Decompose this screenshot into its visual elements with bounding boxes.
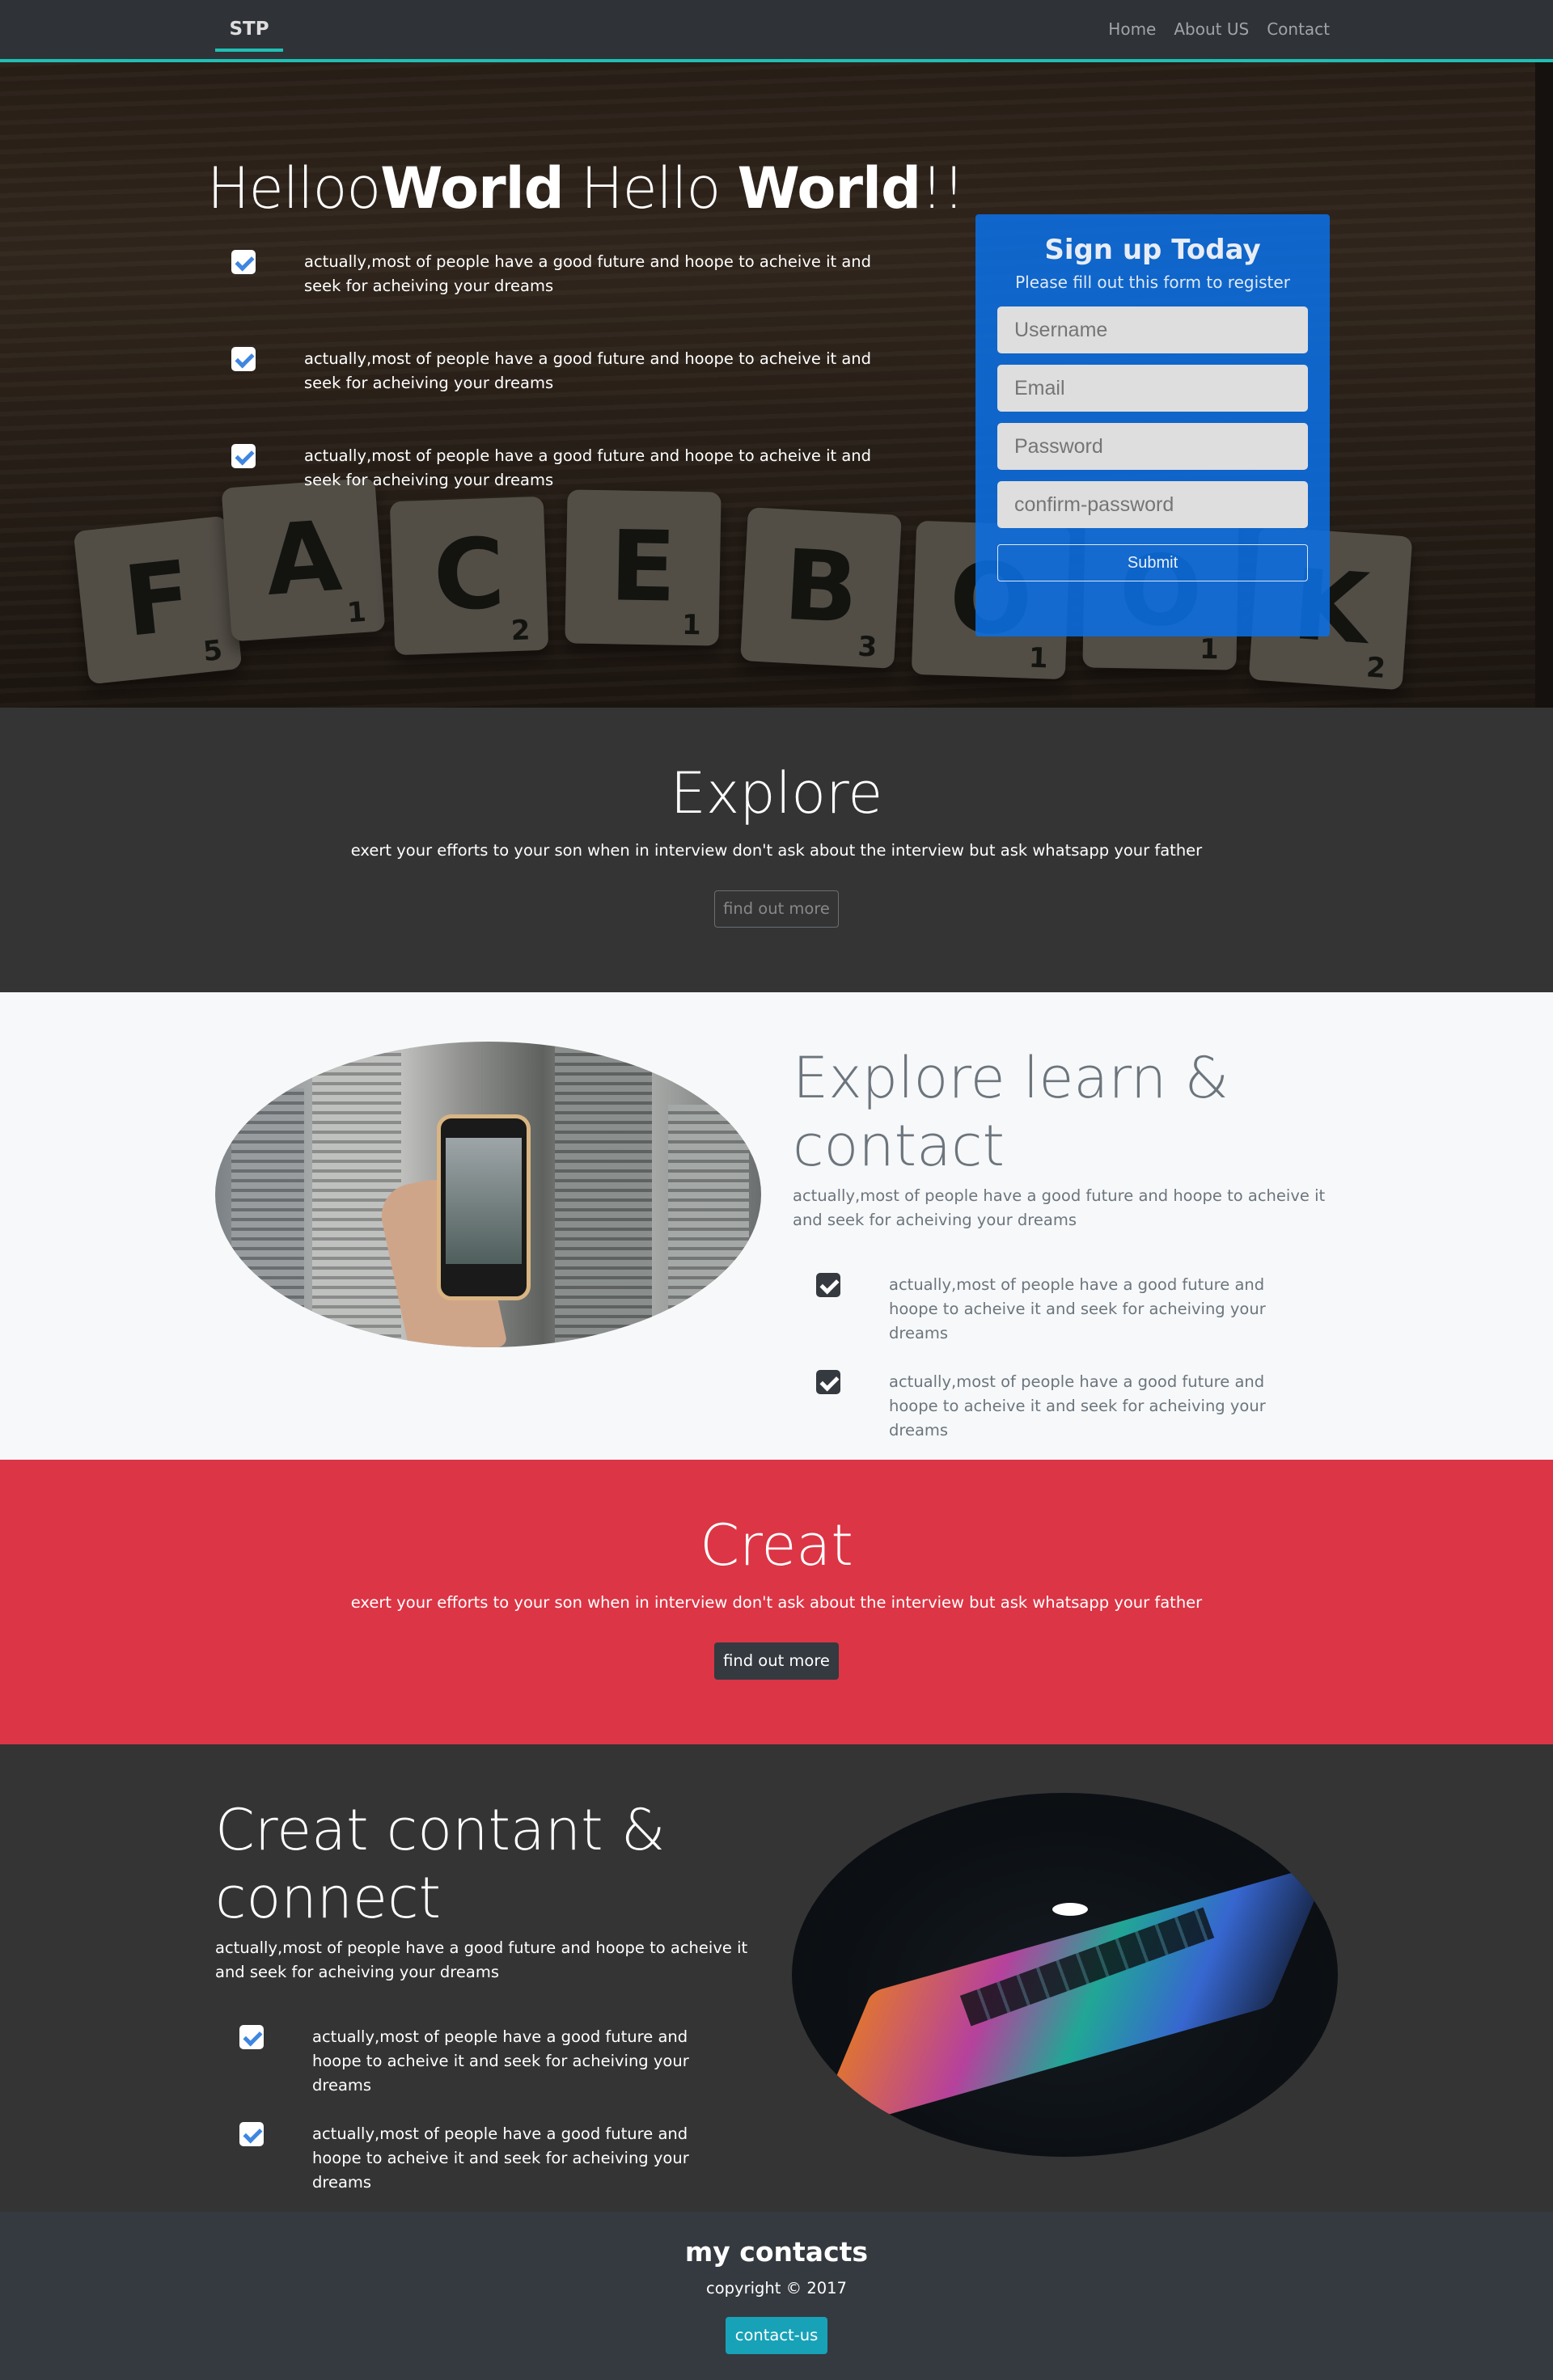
learn-check-text: actually,most of people have a good futu…: [889, 1372, 1266, 1439]
signup-title: Sign up Today: [1044, 234, 1261, 266]
explore-title: Explore: [670, 760, 883, 826]
phone-shape: [437, 1114, 531, 1300]
footer-copyright: copyright © 2017: [706, 2279, 847, 2298]
content-check-text: actually,most of people have a good futu…: [312, 2027, 689, 2095]
navbar: STP Home About US Contact: [0, 0, 1553, 62]
nav-link-contact[interactable]: Contact: [1267, 19, 1330, 39]
footer-title: my contacts: [684, 2236, 869, 2268]
learn-description: actually,most of people have a good futu…: [793, 1186, 1326, 1229]
content-check-item: actually,most of people have a good futu…: [239, 2025, 733, 2098]
phone-screen: [446, 1138, 522, 1264]
password-input[interactable]: [997, 423, 1308, 470]
content-section: Creat contant & connect actually,most of…: [0, 1744, 1553, 2212]
hero-title-part: Hello: [563, 155, 738, 222]
signup-subtitle: Please fill out this form to register: [1015, 273, 1290, 292]
contact-us-button[interactable]: contact-us: [726, 2317, 827, 2354]
hero-section: F5 A1 C2 E1 B3 O1 O1 K2 HellooWorld Hell…: [0, 62, 1553, 708]
check-icon: [231, 250, 256, 274]
hero-check-item: actually,most of people have a good futu…: [231, 347, 887, 395]
signup-form: Sign up Today Please fill out this form …: [975, 214, 1330, 636]
building-shape: [231, 1089, 304, 1347]
brand-logo[interactable]: STP: [215, 15, 283, 52]
learn-check-item: actually,most of people have a good futu…: [816, 1273, 1310, 1346]
laptop-logo-shape: [1052, 1903, 1088, 1916]
hero-title: HellooWorld Hello World!!: [207, 155, 965, 222]
explore-section: Explore exert your efforts to your son w…: [0, 708, 1553, 992]
learn-section: Explore learn & contact actually,most of…: [0, 992, 1553, 1460]
check-icon: [231, 444, 256, 468]
check-icon: [239, 2122, 264, 2146]
building-shape: [555, 1042, 652, 1347]
content-check-text: actually,most of people have a good futu…: [312, 2124, 689, 2192]
creat-text: exert your efforts to your son when in i…: [350, 1593, 1203, 1612]
hero-check-text: actually,most of people have a good futu…: [304, 252, 872, 295]
hero-title-part: !!: [920, 155, 965, 222]
email-input[interactable]: [997, 365, 1308, 412]
confirm-password-input[interactable]: [997, 481, 1308, 528]
hero-title-bold: World: [737, 155, 921, 222]
content-title: Creat contant & connect: [215, 1797, 666, 1931]
check-icon: [239, 2025, 264, 2049]
hero-title-bold: World: [380, 155, 564, 222]
nav-links: Home About US Contact: [1108, 19, 1330, 39]
hero-title-part: Helloo: [207, 155, 381, 222]
footer: my contacts copyright © 2017 contact-us: [0, 2212, 1553, 2380]
hero-check-item: actually,most of people have a good futu…: [231, 444, 887, 492]
creat-find-out-more-button[interactable]: find out more: [714, 1642, 839, 1680]
explore-text: exert your efforts to your son when in i…: [350, 841, 1203, 860]
hero-check-text: actually,most of people have a good futu…: [304, 446, 872, 489]
laptop-image: [792, 1793, 1338, 2157]
creat-section: Creat exert your efforts to your son whe…: [0, 1460, 1553, 1744]
nav-link-home[interactable]: Home: [1108, 19, 1156, 39]
creat-title: Creat: [700, 1512, 853, 1579]
explore-find-out-more-button[interactable]: find out more: [714, 890, 839, 928]
check-icon: [816, 1370, 840, 1394]
nav-link-about[interactable]: About US: [1174, 19, 1249, 39]
hero-edge: [1535, 62, 1553, 708]
content-check-item: actually,most of people have a good futu…: [239, 2122, 733, 2195]
username-input[interactable]: [997, 306, 1308, 353]
hero-check-text: actually,most of people have a good futu…: [304, 349, 872, 392]
city-phone-image: [215, 1042, 761, 1347]
learn-check-text: actually,most of people have a good futu…: [889, 1275, 1266, 1342]
submit-button[interactable]: Submit: [997, 544, 1308, 581]
check-icon: [816, 1273, 840, 1297]
building-shape: [668, 1105, 749, 1347]
learn-title: Explore learn & contact: [793, 1045, 1229, 1179]
hero-check-item: actually,most of people have a good futu…: [231, 250, 887, 298]
learn-check-item: actually,most of people have a good futu…: [816, 1370, 1310, 1443]
check-icon: [231, 347, 256, 371]
content-description: actually,most of people have a good futu…: [215, 1938, 748, 1981]
